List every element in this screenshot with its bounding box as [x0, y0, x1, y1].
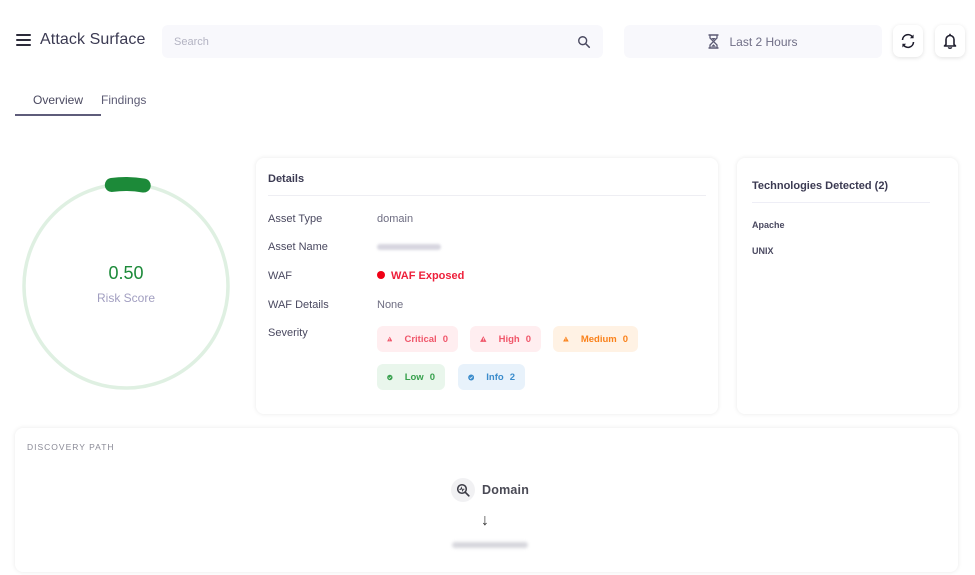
severity-count: 0: [622, 333, 628, 345]
warning-triangle-icon: [387, 336, 393, 342]
severity-label: Info: [486, 371, 504, 383]
time-range-selector[interactable]: Last 2 Hours: [624, 25, 882, 58]
details-title: Details: [268, 173, 305, 185]
risk-score-label: Risk Score: [96, 291, 155, 305]
discovery-node-label: Domain: [482, 483, 530, 497]
details-card: Details Asset Type domain Asset Name WAF…: [256, 158, 718, 414]
asset-type-value: domain: [377, 213, 414, 225]
severity-badge-critical[interactable]: Critical 0: [377, 326, 458, 352]
hamburger-menu-icon[interactable]: [16, 34, 31, 47]
hourglass-icon: [708, 34, 719, 49]
asset-name-value-redacted: [377, 241, 441, 253]
notifications-button[interactable]: [935, 25, 965, 57]
severity-label: Critical: [404, 333, 437, 345]
divider: [752, 202, 930, 203]
tab-findings[interactable]: Findings: [101, 88, 164, 116]
detail-key: WAF Details: [268, 299, 329, 311]
severity-label: Medium: [580, 333, 617, 345]
time-range-label: Last 2 Hours: [729, 34, 798, 49]
waf-status: WAF Exposed: [377, 270, 464, 282]
tab-overview[interactable]: Overview: [15, 88, 102, 116]
check-circle-icon: [468, 374, 475, 380]
discovery-node-domain[interactable]: Domain: [451, 478, 529, 502]
zoom-search-icon: [451, 478, 475, 502]
discovery-path-card: DISCOVERY PATH Domain ↓: [15, 428, 958, 572]
status-dot-icon: [377, 271, 385, 280]
severity-label: High: [498, 333, 520, 345]
technologies-title: Technologies Detected (2): [752, 180, 889, 192]
risk-score-value: 0.50: [108, 263, 144, 283]
severity-count: 0: [429, 371, 435, 383]
severity-badge-high[interactable]: High 0: [470, 326, 541, 352]
warning-triangle-icon: [563, 336, 569, 342]
refresh-icon: [901, 33, 915, 49]
bell-icon: [943, 33, 957, 49]
waf-status-text: WAF Exposed: [391, 270, 465, 282]
discovery-target-redacted: [452, 542, 528, 548]
down-arrow-icon: ↓: [481, 512, 489, 529]
divider: [268, 195, 706, 196]
severity-badge-low[interactable]: Low 0: [377, 364, 445, 390]
detail-key: Asset Name: [268, 241, 328, 253]
discovery-path-title: DISCOVERY PATH: [27, 442, 115, 452]
detail-key: Asset Type: [268, 213, 323, 225]
tab-bar: Overview Findings: [15, 88, 164, 116]
severity-badge-medium[interactable]: Medium 0: [553, 326, 638, 352]
detail-key: WAF: [268, 270, 293, 282]
risk-score-gauge: 0.50 Risk Score: [20, 170, 232, 392]
page-title: Attack Surface: [40, 31, 146, 48]
gauge-track: [22, 182, 230, 390]
check-circle-icon: [387, 374, 393, 380]
top-header: Attack Surface Last 2 Hours: [0, 0, 975, 80]
severity-count: 2: [509, 371, 515, 383]
gauge-progress-arc: [104, 177, 151, 193]
waf-details-value: None: [377, 299, 404, 311]
severity-count: 0: [525, 333, 531, 345]
search-icon[interactable]: [577, 35, 591, 49]
refresh-button[interactable]: [893, 25, 923, 57]
technologies-card: Technologies Detected (2) Apache UNIX: [737, 158, 958, 414]
severity-count: 0: [442, 333, 448, 345]
severity-label: Low: [404, 371, 424, 383]
technology-item: Apache: [752, 220, 785, 230]
severity-badge-info[interactable]: Info 2: [458, 364, 525, 390]
detail-key: Severity: [268, 327, 308, 339]
search-input[interactable]: [174, 35, 577, 48]
search-bar[interactable]: [162, 25, 603, 58]
warning-triangle-icon: [480, 336, 487, 342]
technology-item: UNIX: [752, 246, 774, 256]
